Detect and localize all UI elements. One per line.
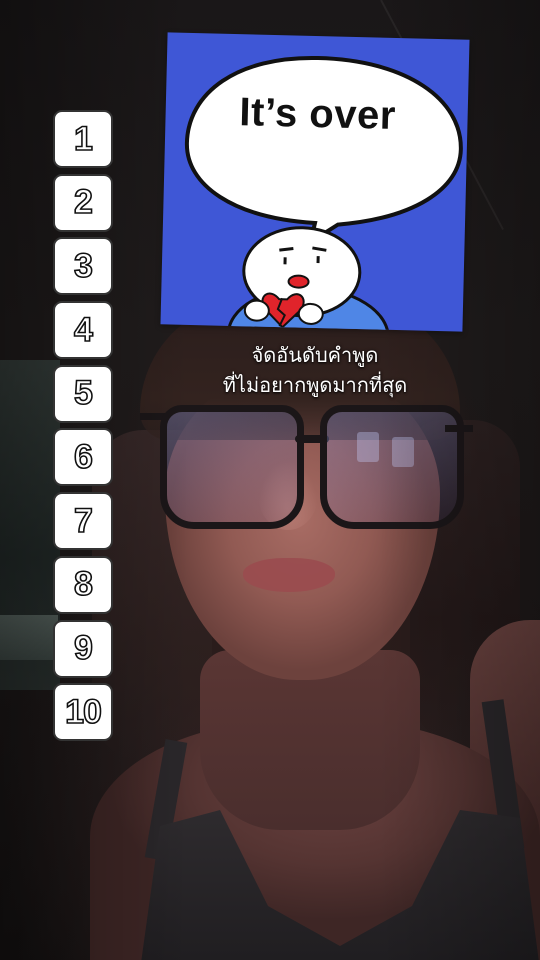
caption: จัดอันดับคำพูด ที่ไม่อยากพูดมากที่สุด xyxy=(180,340,450,400)
character-hand xyxy=(297,302,324,325)
rank-slot-9[interactable]: 9 xyxy=(53,619,113,678)
character-eye xyxy=(279,247,294,252)
character-hand xyxy=(243,299,270,322)
rank-slot-1[interactable]: 1 xyxy=(53,110,113,168)
rank-number: 2 xyxy=(73,182,94,222)
rank-slot-7[interactable]: 7 xyxy=(53,492,113,551)
character-mouth xyxy=(287,274,310,289)
rank-number: 1 xyxy=(73,119,94,159)
speech-bubble xyxy=(184,56,463,247)
ranking-list: 1 2 3 4 5 6 7 8 9 10 xyxy=(53,110,113,747)
rank-slot-10[interactable]: 10 xyxy=(53,683,113,742)
rank-number: 5 xyxy=(73,373,94,413)
rank-number: 10 xyxy=(64,692,102,732)
rank-number: 7 xyxy=(73,501,94,541)
rank-slot-5[interactable]: 5 xyxy=(53,364,113,423)
caption-line-2: ที่ไม่อยากพูดมากที่สุด xyxy=(222,373,408,397)
heartbroken-character-icon xyxy=(184,56,463,332)
rank-slot-6[interactable]: 6 xyxy=(53,428,113,487)
speech-bubble-text: It’s over xyxy=(238,90,397,138)
sticker-card: It’s over xyxy=(160,32,470,332)
rank-slot-4[interactable]: 4 xyxy=(53,301,113,360)
rank-slot-3[interactable]: 3 xyxy=(53,237,113,296)
rank-number: 3 xyxy=(73,246,94,286)
rank-slot-2[interactable]: 2 xyxy=(53,173,113,232)
rank-number: 4 xyxy=(73,310,94,350)
rank-number: 9 xyxy=(73,628,94,668)
rank-number: 6 xyxy=(73,437,94,477)
camera-view: It’s over จัดอันดับคำพูด ที่ไม่อยากพูดมา… xyxy=(0,0,540,960)
caption-line-1: จัดอันดับคำพูด xyxy=(251,343,379,367)
rank-slot-8[interactable]: 8 xyxy=(53,555,113,614)
rank-number: 8 xyxy=(73,565,94,605)
